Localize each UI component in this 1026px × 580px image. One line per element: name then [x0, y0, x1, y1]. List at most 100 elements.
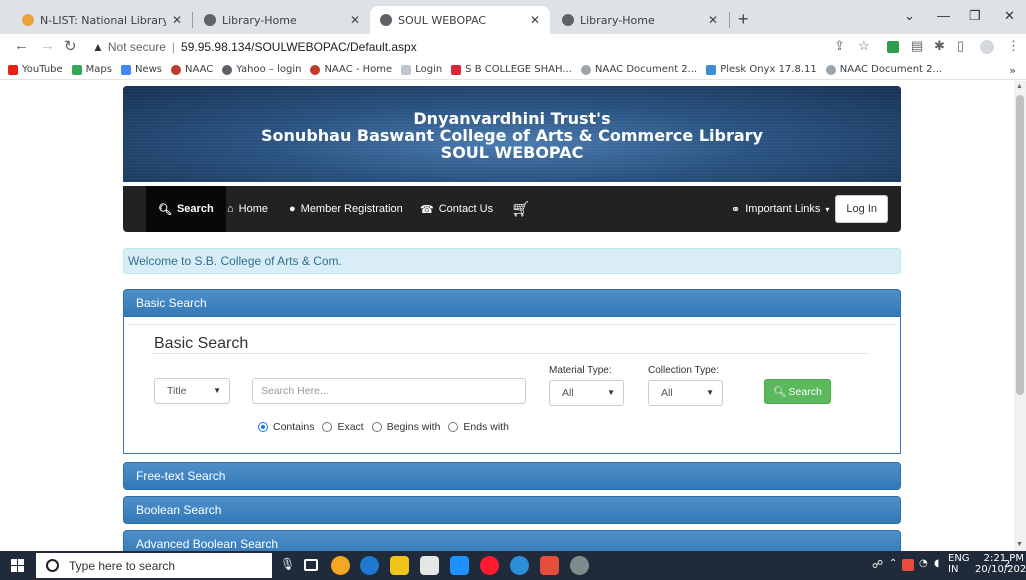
basic-search-panel-header[interactable]: Basic Search	[123, 289, 901, 317]
bookmark-plesk[interactable]: Plesk Onyx 17.8.11	[706, 64, 817, 75]
tab-library-home-1[interactable]: Library-Home ✕	[194, 6, 370, 34]
tab-soul-webopac[interactable]: SOUL WEBOPAC ✕	[370, 6, 550, 34]
show-hidden-icons-icon[interactable]: ⌃	[889, 558, 897, 569]
nav-search[interactable]: 🔍︎ Search	[146, 186, 226, 232]
reload-icon[interactable]: ↻	[64, 37, 77, 55]
close-tab-icon[interactable]: ✕	[708, 13, 718, 27]
college-icon	[451, 64, 462, 75]
task-view-icon[interactable]	[304, 559, 318, 571]
people-icon[interactable]: ☍	[872, 558, 883, 571]
extension-green-icon[interactable]	[887, 41, 899, 53]
advanced-boolean-search-panel-header[interactable]: Advanced Boolean Search	[123, 530, 901, 551]
close-tab-icon[interactable]: ✕	[530, 13, 540, 27]
collection-type-select[interactable]: All ▼	[648, 380, 723, 406]
minimize-button[interactable]: —	[937, 8, 950, 23]
edge-icon[interactable]	[510, 556, 529, 575]
welcome-message: Welcome to S.B. College of Arts & Com.	[123, 248, 901, 274]
caret-down-icon: ▾	[825, 204, 830, 214]
mail-icon[interactable]	[450, 556, 469, 575]
more-bookmarks-icon[interactable]: »	[1009, 64, 1016, 77]
bookmark-news[interactable]: News	[121, 64, 162, 75]
opera-icon[interactable]	[480, 556, 499, 575]
anydesk-icon[interactable]	[540, 556, 559, 575]
radio-begins-with[interactable]: Begins with	[371, 421, 440, 433]
back-icon[interactable]: ←	[14, 37, 29, 54]
language-indicator[interactable]: ENG IN	[948, 553, 970, 575]
paint-icon[interactable]	[570, 556, 589, 575]
close-tab-icon[interactable]: ✕	[350, 13, 360, 27]
radio-exact[interactable]: Exact	[322, 421, 364, 433]
profile-avatar-icon[interactable]	[980, 40, 994, 54]
material-type-select[interactable]: All ▼	[549, 380, 624, 406]
new-tab-button[interactable]: +	[738, 9, 749, 30]
share-icon[interactable]: ⇪	[834, 38, 845, 54]
antivirus-tray-icon[interactable]	[902, 559, 914, 571]
free-text-search-panel-header[interactable]: Free-text Search	[123, 462, 901, 490]
microphone-icon[interactable]: 🎙︎	[280, 557, 295, 571]
bookmark-naac-home[interactable]: NAAC - Home	[310, 64, 392, 75]
windows-taskbar: Type here to search 🎙︎ ☍ ⌃ ◔ ◖ ENG IN 2:2…	[0, 551, 1026, 580]
search-input[interactable]: Search Here...	[252, 378, 526, 404]
bookmark-star-icon[interactable]: ☆	[858, 38, 870, 54]
tab-nlist[interactable]: N-LIST: National Library and Info ✕	[12, 6, 192, 34]
bookmark-yahoo-login[interactable]: Yahoo – login	[222, 64, 301, 75]
bookmark-youtube[interactable]: YouTube	[8, 64, 63, 75]
bookmark-maps[interactable]: Maps	[71, 64, 112, 75]
url-text[interactable]: 59.95.98.134/SOULWEBOPAC/Default.aspx	[181, 40, 417, 54]
page-scrollbar[interactable]: ▲ ▼	[1014, 81, 1026, 551]
side-panel-icon[interactable]: ▯	[957, 38, 964, 54]
network-icon[interactable]: ◔	[919, 558, 928, 569]
radio-dot[interactable]	[258, 422, 268, 432]
chrome-icon[interactable]	[331, 556, 350, 575]
search-button[interactable]: 🔍︎ Search	[764, 379, 831, 404]
bookmark-naac-document-2[interactable]: NAAC Document 2...	[825, 64, 942, 75]
bookmark-login[interactable]: Login	[401, 64, 442, 75]
nav-home[interactable]: ⌂ Home	[227, 186, 268, 232]
extension-printer-icon[interactable]: ▤	[911, 38, 923, 54]
cart-icon[interactable]: 🛒︎	[511, 186, 530, 232]
chevron-down-icon: ▼	[706, 388, 714, 397]
boolean-search-panel-header[interactable]: Boolean Search	[123, 496, 901, 524]
scroll-up-icon[interactable]: ▲	[1016, 83, 1023, 90]
radio-ends-with[interactable]: Ends with	[448, 421, 509, 433]
chevron-down-icon: ▼	[607, 388, 615, 397]
nav-contact-us[interactable]: ☎ Contact Us	[420, 186, 493, 232]
scrollbar-thumb[interactable]	[1016, 95, 1024, 395]
security-label[interactable]: Not secure	[108, 40, 166, 54]
tab-search-chevron-icon[interactable]: ⌄	[904, 8, 915, 24]
store-icon[interactable]	[420, 556, 439, 575]
maximize-button[interactable]: ❐	[969, 8, 981, 24]
bookmark-naac[interactable]: NAAC	[171, 64, 213, 75]
windows-start-icon[interactable]	[11, 559, 24, 572]
search-field-select[interactable]: Title ▼	[154, 378, 230, 404]
banner-college-name: Sonubhau Baswant College of Arts & Comme…	[261, 126, 763, 145]
bookmark-sb-college[interactable]: S B COLLEGE SHAH...	[451, 64, 572, 75]
clock[interactable]: 2:21 PM20/10/2022	[975, 553, 1026, 575]
scroll-down-icon[interactable]: ▼	[1016, 541, 1023, 548]
page-viewport: Dnyanvardhini Trust's Sonubhau Baswant C…	[0, 81, 1014, 551]
radio-dot[interactable]	[322, 422, 333, 432]
warning-icon[interactable]: ▲	[92, 40, 104, 54]
taskbar-search-box[interactable]: Type here to search	[36, 553, 272, 578]
login-button[interactable]: Log In	[835, 195, 888, 223]
file-explorer-icon[interactable]	[390, 556, 409, 575]
radio-dot[interactable]	[448, 422, 459, 432]
nav-member-registration[interactable]: ● Member Registration	[289, 186, 403, 232]
extensions-puzzle-icon[interactable]: ✱	[934, 38, 945, 54]
radio-contains[interactable]: Contains	[258, 421, 314, 433]
notifications-badge[interactable]: 2	[1004, 559, 1010, 570]
nav-important-links[interactable]: ⚭ Important Links ▾	[731, 186, 829, 232]
collection-type-label: Collection Type:	[648, 365, 719, 376]
internet-explorer-icon[interactable]	[360, 556, 379, 575]
close-window-button[interactable]: ✕	[1004, 8, 1015, 24]
address-bar[interactable]: ▲ Not secure | 59.95.98.134/SOULWEBOPAC/…	[92, 36, 882, 58]
volume-icon[interactable]: ◖	[934, 558, 939, 569]
radio-dot[interactable]	[371, 422, 382, 432]
kebab-menu-icon[interactable]: ⋮	[1007, 38, 1020, 54]
tab-library-home-2[interactable]: Library-Home ✕	[552, 6, 728, 34]
close-tab-icon[interactable]: ✕	[172, 13, 182, 27]
user-icon: ●	[289, 203, 296, 215]
forward-icon[interactable]: →	[40, 37, 55, 54]
match-type-radios: Contains Exact Begins with Ends with	[258, 421, 517, 433]
bookmark-naac-document-1[interactable]: NAAC Document 2...	[580, 64, 697, 75]
